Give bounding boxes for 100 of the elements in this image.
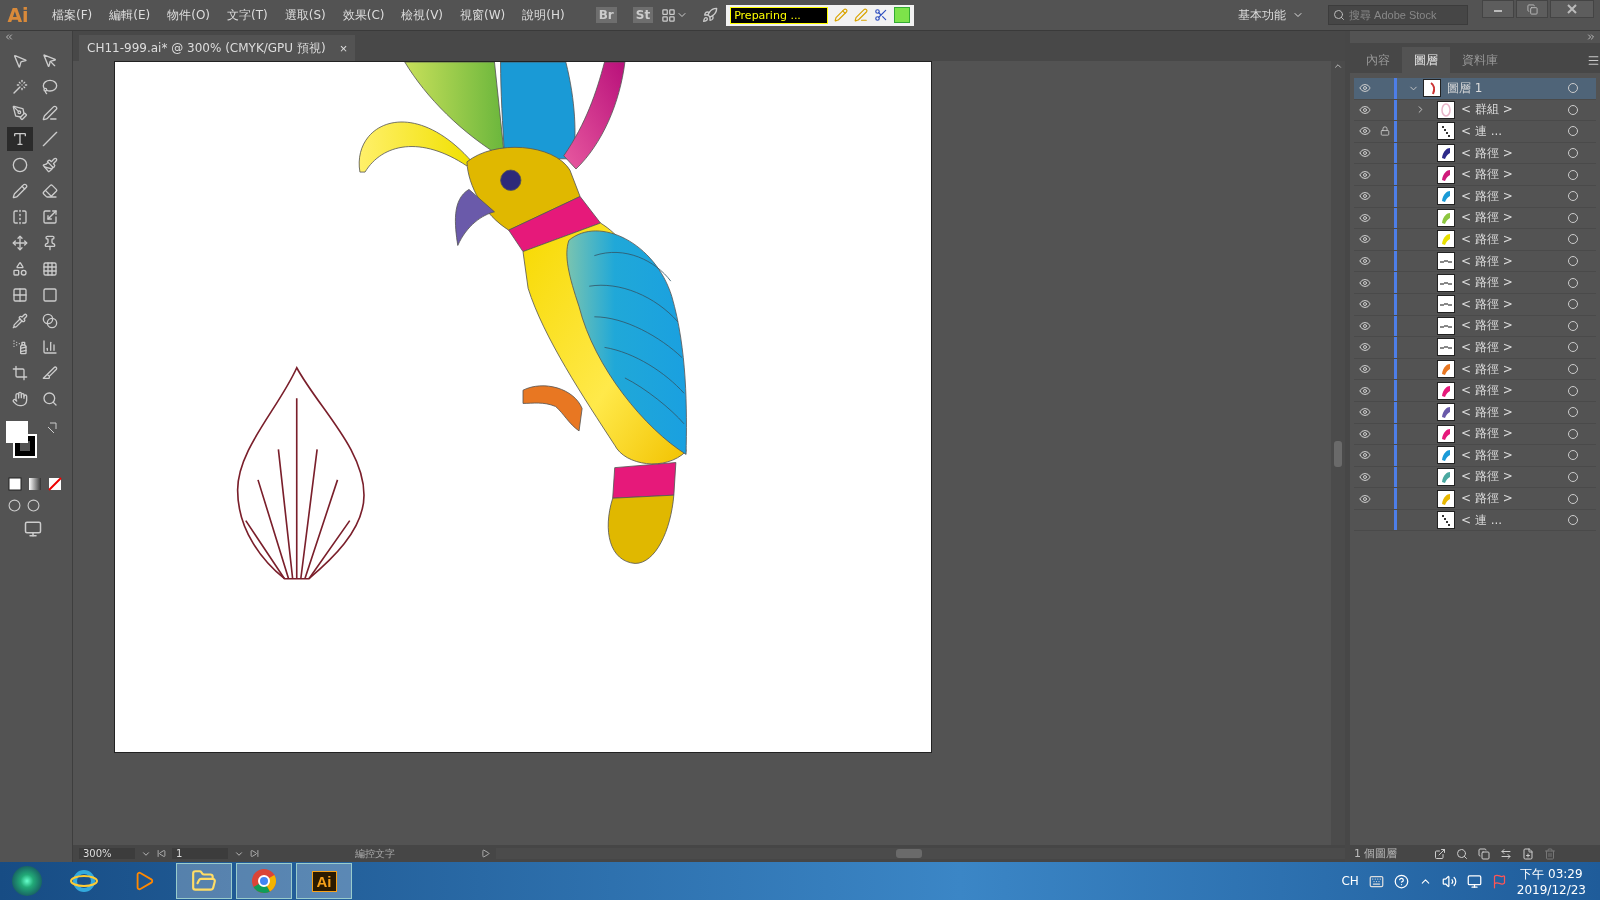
layout-icon[interactable] [661,7,677,23]
trash-icon[interactable] [1544,847,1556,860]
eye-icon[interactable] [1359,449,1371,462]
square-icon[interactable] [894,7,911,23]
layer-name[interactable]: < 連 ... [1461,123,1568,140]
export-icon[interactable] [1434,847,1446,860]
start-button[interactable] [12,866,42,896]
layer-name[interactable]: < 路徑 > [1461,274,1568,292]
layer-name[interactable]: < 路徑 > [1461,468,1568,486]
vertical-scrollbar[interactable] [1331,61,1345,845]
scroll-thumb[interactable] [1334,441,1342,467]
scroll-thumb[interactable] [896,849,922,858]
eye-icon[interactable] [1359,125,1371,138]
search-icon[interactable] [1456,847,1468,860]
layer-row[interactable]: 圖層 1 [1354,78,1596,100]
menu-item[interactable]: 檔案(F) [44,6,101,24]
sublayer-row[interactable]: < 路徑 > [1354,466,1596,489]
layer-name[interactable]: < 路徑 > [1461,446,1568,464]
menu-icon[interactable] [1587,54,1600,67]
sublayer-row[interactable]: < 群組 > [1354,99,1596,122]
sublayer-row[interactable]: < 路徑 > [1354,229,1596,251]
tab-close-button[interactable]: × [339,40,348,56]
color-icon[interactable] [8,477,22,491]
layer-name[interactable]: < 路徑 > [1461,295,1568,313]
eye-icon[interactable] [1359,341,1371,354]
layer-name[interactable]: < 路徑 > [1461,166,1568,184]
menu-item[interactable]: 文字(T) [219,6,276,24]
layer-name[interactable]: < 連 ... [1461,511,1568,529]
help-icon[interactable] [1393,873,1409,889]
chrome-taskbar-button[interactable] [236,863,292,899]
menu-item[interactable]: 效果(C) [334,6,393,24]
zoom-field[interactable]: 300% [79,848,135,859]
keyboard-icon[interactable] [1368,873,1384,889]
eye-icon[interactable] [1359,103,1371,116]
collapse-icon[interactable] [4,32,14,42]
eye-icon[interactable] [1359,233,1371,246]
last-page-icon[interactable] [250,849,259,858]
menu-item[interactable]: 視窗(W) [452,6,514,24]
eye-icon[interactable] [1359,298,1371,311]
eye-icon[interactable] [1359,82,1371,95]
menu-item[interactable]: 選取(S) [276,6,334,24]
layer-name[interactable]: < 路徑 > [1461,490,1568,508]
eye-icon[interactable] [1359,471,1371,483]
layer-name[interactable]: < 路徑 > [1461,382,1568,400]
menu-item[interactable]: 編輯(E) [101,6,159,24]
menu-item[interactable]: 檢視(V) [393,6,452,24]
sublayer-row[interactable]: < 路徑 > [1354,315,1596,338]
sublayer-row[interactable]: < 連 ... [1354,121,1596,143]
explorer-taskbar-button[interactable] [176,863,232,899]
lock-icon[interactable] [1380,126,1390,137]
horizontal-scrollbar[interactable] [496,848,1345,859]
panel-tab[interactable]: 資料庫 [1450,47,1510,73]
play-icon[interactable] [481,849,490,858]
panel-tab[interactable]: 圖層 [1402,47,1450,73]
new-layer-icon[interactable] [1522,847,1534,860]
document-tab[interactable]: CH11-999.ai* @ 300% (CMYK/GPU 預視) × [79,35,356,61]
layer-name[interactable]: < 路徑 > [1461,425,1568,443]
sublayer-row[interactable]: < 路徑 > [1354,207,1596,230]
sublayer-row[interactable]: < 路徑 > [1354,337,1596,359]
sublayer-row[interactable]: < 路徑 > [1354,380,1596,402]
screen-mode-icon[interactable] [24,520,42,538]
sublayer-row[interactable]: < 路徑 > [1354,164,1596,186]
gradient-swatch-icon[interactable] [28,477,42,491]
eye-icon[interactable] [1359,190,1371,203]
layer-name[interactable]: < 路徑 > [1461,360,1568,378]
eye-icon[interactable] [1359,147,1371,160]
layer-name[interactable]: < 路徑 > [1461,144,1568,162]
sublayer-row[interactable]: < 路徑 > [1354,142,1596,165]
eye-icon[interactable] [1359,211,1371,224]
eye-icon[interactable] [1359,427,1371,440]
layer-name[interactable]: < 路徑 > [1461,209,1568,227]
sublayer-row[interactable]: < 路徑 > [1354,445,1596,467]
illustrator-taskbar-button[interactable]: Ai [296,863,352,899]
sublayer-row[interactable]: < 路徑 > [1354,250,1596,273]
layer-name[interactable]: < 路徑 > [1461,403,1568,421]
eye-icon[interactable] [1359,255,1371,268]
restore-button[interactable] [1516,0,1548,18]
input-language[interactable]: CH [1341,874,1359,888]
volume-icon[interactable] [1441,873,1457,889]
layer-name[interactable]: < 群組 > [1461,101,1568,119]
eye-icon[interactable] [1359,406,1371,419]
sublayer-row[interactable]: < 路徑 > [1354,272,1596,294]
layer-name[interactable]: < 路徑 > [1461,317,1568,335]
clock[interactable]: 下午 03:29 2019/12/23 [1516,865,1586,897]
tool-button[interactable] [7,127,33,151]
bridge-button[interactable]: Br [595,7,617,23]
sublayer-row[interactable]: < 路徑 > [1354,185,1596,208]
sublayer-row[interactable]: < 路徑 > [1354,423,1596,446]
minimize-button[interactable] [1482,0,1514,18]
eye-icon[interactable] [1359,492,1371,505]
artboard-field[interactable]: 1 [172,848,228,859]
eye-icon[interactable] [1359,363,1371,375]
eye-icon[interactable] [1359,276,1371,289]
scissors-icon[interactable] [874,8,889,22]
rocket-icon[interactable] [702,7,719,23]
workspace-switcher[interactable]: 基本功能 [1238,6,1304,24]
sublayer-row[interactable]: < 連 ... [1354,509,1596,532]
first-page-icon[interactable] [157,849,166,858]
layer-name[interactable]: < 路徑 > [1461,338,1568,356]
close-button[interactable] [1550,0,1594,18]
